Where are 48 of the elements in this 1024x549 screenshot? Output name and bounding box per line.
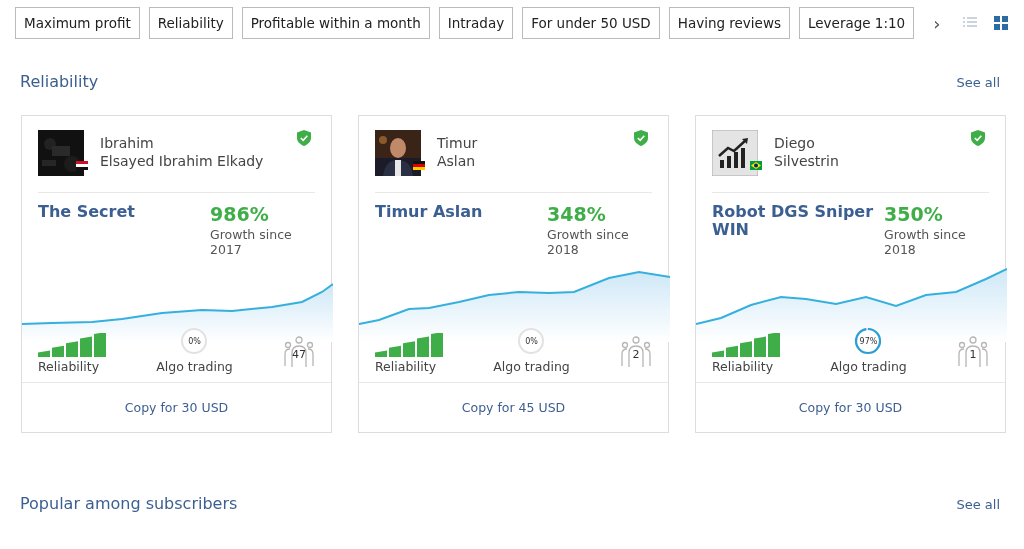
author-name[interactable]: Aslan xyxy=(437,152,634,170)
author-name[interactable]: Silvestrin xyxy=(774,152,971,170)
flag-icon xyxy=(76,161,88,170)
section-title: Popular among subscribers xyxy=(20,494,238,513)
signal-card[interactable]: Ibrahim Elsayed Ibrahim Elkady The Secret 986% Growth since 2017 Reliability 0% Algo trading 47 Copy for 30 USD xyxy=(21,115,332,433)
author-name[interactable]: Diego xyxy=(774,134,971,152)
filter-chip[interactable]: Having reviews xyxy=(668,7,790,39)
algo-trading-gauge: 97% xyxy=(854,327,883,355)
algo-trading-label: Algo trading xyxy=(156,359,233,374)
flag-icon xyxy=(413,161,425,170)
author-name[interactable]: Timur xyxy=(437,134,634,152)
algo-trading-label: Algo trading xyxy=(493,359,570,374)
reliability-label: Reliability xyxy=(375,359,437,374)
growth-label: Growth since 2018 xyxy=(884,227,967,257)
reliability-label: Reliability xyxy=(38,359,100,374)
filter-chip[interactable]: Leverage 1:10 xyxy=(799,7,915,39)
growth-value: 350% xyxy=(884,203,944,225)
reliability-bars-icon xyxy=(712,333,782,357)
signal-name[interactable]: Robot DGS Sniper WIN xyxy=(712,203,877,267)
filter-chip[interactable]: For under 50 USD xyxy=(522,7,660,39)
signal-card[interactable]: Timur Aslan Timur Aslan 348% Growth since 2018 Reliability 0% Algo trading 2 Copy for 45 USD xyxy=(358,115,669,433)
see-all-link[interactable]: See all xyxy=(956,75,1000,90)
algo-trading-label: Algo trading xyxy=(830,359,907,374)
copy-link[interactable]: Copy for 30 USD xyxy=(124,400,229,415)
reliability-bars-icon xyxy=(38,333,108,357)
filter-chip[interactable]: Profitable within a month xyxy=(241,7,430,39)
growth-label: Growth since 2018 xyxy=(547,227,630,257)
grid-view-icon[interactable] xyxy=(994,16,1009,30)
filter-chip[interactable]: Maximum profit xyxy=(15,7,140,39)
algo-trading-gauge: 0% xyxy=(517,327,546,355)
signal-name[interactable]: The Secret xyxy=(38,203,203,267)
growth-value: 986% xyxy=(210,203,270,225)
reliability-label: Reliability xyxy=(712,359,774,374)
copy-link[interactable]: Copy for 45 USD xyxy=(461,400,566,415)
filter-chip[interactable]: Intraday xyxy=(438,7,514,39)
copy-link[interactable]: Copy for 30 USD xyxy=(798,400,903,415)
growth-value: 348% xyxy=(547,203,607,225)
chart-avatar-icon xyxy=(712,130,758,176)
signal-name[interactable]: Timur Aslan xyxy=(375,203,540,267)
algo-trading-gauge: 0% xyxy=(180,327,209,355)
growth-label: Growth since 2017 xyxy=(210,227,293,257)
author-name[interactable]: Elsayed Ibrahim Elkady xyxy=(100,152,297,170)
filter-chip[interactable]: Reliability xyxy=(148,7,233,39)
author-name[interactable]: Ibrahim xyxy=(100,134,297,152)
reliability-bars-icon xyxy=(375,333,445,357)
section-title: Reliability xyxy=(20,72,99,91)
flag-icon xyxy=(750,161,762,170)
see-all-link[interactable]: See all xyxy=(956,497,1000,512)
